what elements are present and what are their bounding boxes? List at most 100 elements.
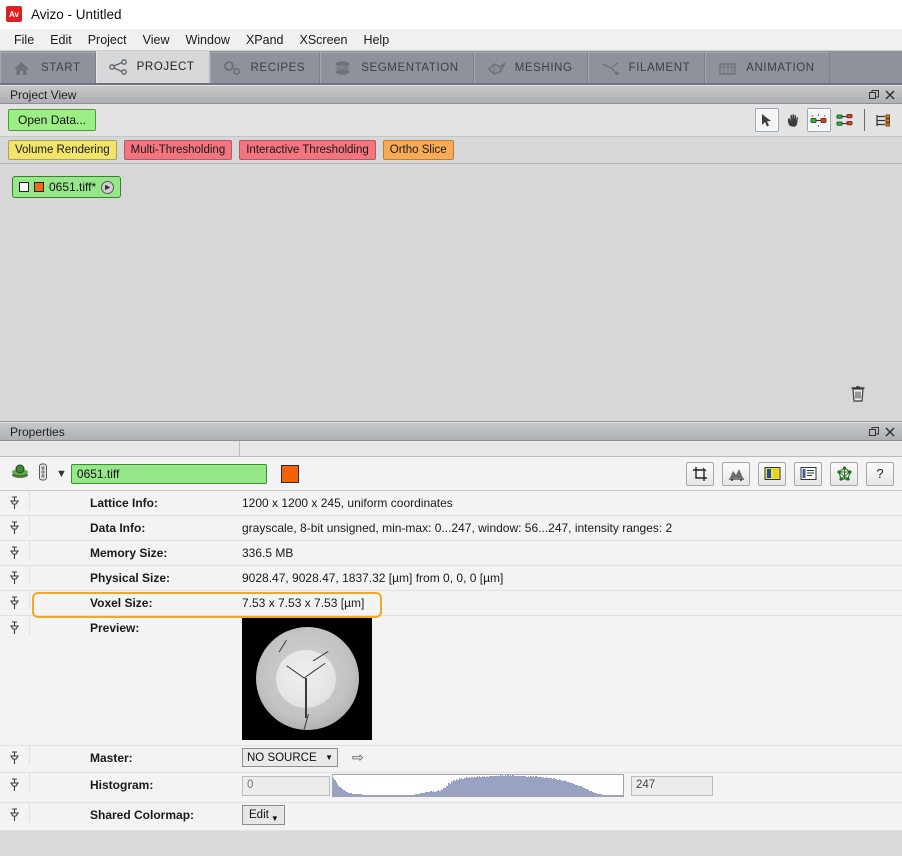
gears-icon bbox=[223, 59, 243, 77]
properties-header: Properties bbox=[0, 422, 902, 441]
tab-meshing[interactable]: MESHING bbox=[474, 52, 588, 83]
menu-file[interactable]: File bbox=[6, 31, 42, 49]
colormap-edit-button[interactable]: Edit ▼ bbox=[242, 805, 285, 825]
histogram-min-field[interactable]: 0 bbox=[242, 776, 330, 796]
node-port-icon[interactable]: ► bbox=[101, 181, 114, 194]
node-graph-icon[interactable] bbox=[833, 108, 857, 132]
pin-icon[interactable] bbox=[0, 746, 30, 765]
viewer-toggle-icon[interactable] bbox=[38, 463, 48, 484]
object-color-swatch[interactable] bbox=[281, 465, 299, 483]
shared-colormap-label: Shared Colormap: bbox=[30, 803, 240, 827]
chip-volume-rendering[interactable]: Volume Rendering bbox=[8, 140, 117, 160]
pin-icon[interactable] bbox=[0, 516, 30, 535]
menu-window[interactable]: Window bbox=[177, 31, 237, 49]
tab-project[interactable]: PROJECT bbox=[96, 51, 210, 83]
property-value: 9028.47, 9028.47, 1837.32 [µm] from 0, 0… bbox=[240, 566, 902, 590]
tab-filament-label: FILAMENT bbox=[629, 62, 691, 74]
data-node-label: 0651.tiff* bbox=[49, 180, 96, 194]
color-swatch-icon[interactable] bbox=[34, 182, 44, 192]
molecule-icon[interactable] bbox=[830, 462, 858, 486]
tab-meshing-label: MESHING bbox=[515, 62, 573, 74]
project-graph-canvas[interactable]: 0651.tiff* ► bbox=[0, 164, 902, 421]
question-mark-icon[interactable]: ? bbox=[866, 462, 894, 486]
master-source-selected: NO SOURCE bbox=[247, 752, 325, 764]
property-value: 1200 x 1200 x 245, uniform coordinates bbox=[240, 491, 902, 515]
property-row-physical-size: Physical Size: 9028.47, 9028.47, 1837.32… bbox=[0, 566, 902, 591]
crack-line bbox=[305, 678, 307, 718]
tab-segmentation[interactable]: SEGMENTATION bbox=[320, 52, 474, 83]
property-row-lattice-info: Lattice Info: 1200 x 1200 x 245, uniform… bbox=[0, 491, 902, 516]
property-row-master: Master: NO SOURCE ▼ ⇨ bbox=[0, 746, 902, 773]
menu-xscreen[interactable]: XScreen bbox=[291, 31, 355, 49]
tab-animation[interactable]: ANIMATION bbox=[705, 52, 829, 83]
pin-icon[interactable] bbox=[0, 616, 30, 635]
cursor-arrow-icon[interactable] bbox=[755, 108, 779, 132]
colormap-icon[interactable] bbox=[758, 462, 786, 486]
arrow-right-icon[interactable]: ⇨ bbox=[352, 749, 364, 766]
chip-ortho-slice[interactable]: Ortho Slice bbox=[383, 140, 454, 160]
volume-edit-icon[interactable] bbox=[722, 462, 750, 486]
window-title: Avizo - Untitled bbox=[31, 7, 122, 22]
tab-recipes[interactable]: RECIPES bbox=[210, 52, 321, 83]
tab-segmentation-label: SEGMENTATION bbox=[361, 62, 459, 74]
preview-label: Preview: bbox=[30, 616, 240, 640]
app-logo-icon: Av bbox=[6, 6, 22, 22]
preview-value-cell bbox=[240, 616, 902, 745]
chip-multi-thresholding[interactable]: Multi-Thresholding bbox=[124, 140, 233, 160]
object-name-field[interactable]: 0651.tiff bbox=[71, 464, 267, 484]
master-source-select[interactable]: NO SOURCE ▼ bbox=[242, 748, 338, 767]
menu-xpand[interactable]: XPand bbox=[238, 31, 292, 49]
histogram-plot[interactable] bbox=[332, 774, 624, 797]
properties-title: Properties bbox=[10, 425, 866, 439]
layers-icon bbox=[333, 59, 353, 77]
data-node-0651-tiff[interactable]: 0651.tiff* ► bbox=[12, 176, 121, 198]
menu-help[interactable]: Help bbox=[355, 31, 397, 49]
pin-icon[interactable] bbox=[0, 541, 30, 560]
properties-column-header bbox=[0, 441, 902, 457]
property-row-voxel-size: Voxel Size: 7.53 x 7.53 x 7.53 [µm] bbox=[0, 591, 902, 616]
menu-bar: File Edit Project View Window XPand XScr… bbox=[0, 29, 902, 51]
trash-icon[interactable] bbox=[848, 383, 868, 403]
chip-interactive-thresholding[interactable]: Interactive Thresholding bbox=[239, 140, 376, 160]
menu-edit[interactable]: Edit bbox=[42, 31, 80, 49]
project-view-header: Project View bbox=[0, 85, 902, 104]
menu-view[interactable]: View bbox=[135, 31, 178, 49]
close-icon[interactable] bbox=[882, 424, 898, 439]
crop-icon[interactable] bbox=[686, 462, 714, 486]
pin-icon[interactable] bbox=[0, 491, 30, 510]
home-icon bbox=[13, 59, 33, 77]
parameter-list-icon[interactable] bbox=[794, 462, 822, 486]
pin-icon[interactable] bbox=[0, 803, 30, 822]
pin-icon[interactable] bbox=[0, 566, 30, 585]
project-view-panel: Open Data... bbox=[0, 104, 902, 422]
hand-icon[interactable] bbox=[781, 108, 805, 132]
data-stack-icon bbox=[10, 463, 30, 484]
project-view-toolbar: Open Data... bbox=[0, 104, 902, 137]
checkbox-icon[interactable] bbox=[19, 182, 29, 192]
tab-start-label: START bbox=[41, 62, 81, 74]
toolbar-separator bbox=[864, 109, 865, 131]
pin-icon[interactable] bbox=[0, 591, 30, 610]
open-data-button[interactable]: Open Data... bbox=[8, 109, 96, 131]
tab-filament[interactable]: FILAMENT bbox=[588, 52, 706, 83]
menu-project[interactable]: Project bbox=[80, 31, 135, 49]
property-row-shared-colormap: Shared Colormap: Edit ▼ bbox=[0, 803, 902, 831]
master-label: Master: bbox=[30, 746, 240, 770]
pin-icon[interactable] bbox=[0, 773, 30, 792]
master-value-cell: NO SOURCE ▼ ⇨ bbox=[240, 746, 902, 772]
connected-nodes-icon[interactable] bbox=[807, 108, 831, 132]
undock-icon[interactable] bbox=[866, 424, 882, 439]
close-icon[interactable] bbox=[882, 87, 898, 102]
undock-icon[interactable] bbox=[866, 87, 882, 102]
tab-animation-label: ANIMATION bbox=[746, 62, 814, 74]
tree-list-icon[interactable] bbox=[872, 108, 896, 132]
tab-start[interactable]: START bbox=[0, 52, 96, 83]
chevron-down-icon[interactable]: ▼ bbox=[56, 468, 67, 480]
property-value: grayscale, 8-bit unsigned, min-max: 0...… bbox=[240, 516, 902, 540]
histogram-bar bbox=[621, 795, 622, 796]
histogram-max-field[interactable]: 247 bbox=[631, 776, 713, 796]
histogram-label: Histogram: bbox=[30, 773, 240, 797]
property-row-preview: Preview: bbox=[0, 616, 902, 746]
chevron-down-icon: ▼ bbox=[325, 753, 333, 762]
property-label: Data Info: bbox=[30, 516, 240, 540]
